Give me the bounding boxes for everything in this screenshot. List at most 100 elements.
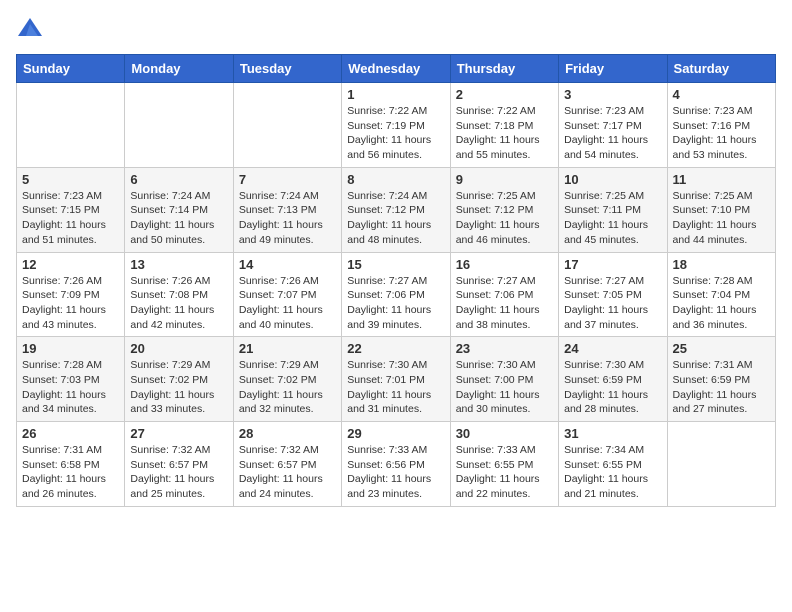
day-info: Sunrise: 7:25 AM Sunset: 7:12 PM Dayligh… [456, 189, 553, 248]
calendar-week-row: 1 Sunrise: 7:22 AM Sunset: 7:19 PM Daylig… [17, 83, 776, 168]
day-info: Sunrise: 7:26 AM Sunset: 7:08 PM Dayligh… [130, 274, 227, 333]
day-info: Sunrise: 7:25 AM Sunset: 7:11 PM Dayligh… [564, 189, 661, 248]
calendar-cell: 7Sunrise: 7:24 AM Sunset: 7:13 PM Daylig… [233, 167, 341, 252]
day-number: 20 [130, 341, 227, 356]
day-info: Sunrise: 7:26 AM Sunset: 7:09 PM Dayligh… [22, 274, 119, 333]
calendar-week-row: 12 Sunrise: 7:26 AM Sunset: 7:09 PM Dayli… [17, 252, 776, 337]
day-info: Sunrise: 7:27 AM Sunset: 7:05 PM Dayligh… [564, 274, 661, 333]
day-number: 23 [456, 341, 553, 356]
day-info: Sunrise: 7:31 AM Sunset: 6:59 PM Dayligh… [673, 358, 770, 417]
calendar-cell: 15 Sunrise: 7:27 AM Sunset: 7:06 PM Dayli… [342, 252, 450, 337]
calendar-cell: 3 Sunrise: 7:23 AM Sunset: 7:17 PM Daylig… [559, 83, 667, 168]
day-number: 5 [22, 172, 119, 187]
calendar-cell: 21 Sunrise: 7:29 AM Sunset: 7:02 PM Dayli… [233, 337, 341, 422]
weekday-header-wednesday: Wednesday [342, 55, 450, 83]
day-info: Sunrise: 7:28 AM Sunset: 7:04 PM Dayligh… [673, 274, 770, 333]
calendar-cell: 28Sunrise: 7:32 AM Sunset: 6:57 PM Dayli… [233, 422, 341, 507]
logo [16, 16, 48, 44]
day-number: 29 [347, 426, 444, 441]
calendar-cell: 27 Sunrise: 7:32 AM Sunset: 6:57 PM Dayli… [125, 422, 233, 507]
day-number: 24 [564, 341, 661, 356]
day-number: 4 [673, 87, 770, 102]
day-info: Sunrise: 7:30 AM Sunset: 7:01 PM Dayligh… [347, 358, 444, 417]
day-number: 14 [239, 257, 336, 272]
calendar-cell: 25 Sunrise: 7:31 AM Sunset: 6:59 PM Dayli… [667, 337, 775, 422]
day-info: Sunrise: 7:27 AM Sunset: 7:06 PM Dayligh… [347, 274, 444, 333]
day-info: Sunrise: 7:32 AM Sunset: 6:57 PM Dayligh… [130, 443, 227, 502]
header [16, 16, 776, 44]
day-info: Sunrise: 7:29 AM Sunset: 7:02 PM Dayligh… [130, 358, 227, 417]
calendar-cell [125, 83, 233, 168]
day-number: 2 [456, 87, 553, 102]
calendar-cell: 6 Sunrise: 7:24 AM Sunset: 7:14 PM Daylig… [125, 167, 233, 252]
weekday-header-row: SundayMondayTuesdayWednesdayThursdayFrid… [17, 55, 776, 83]
calendar-cell: 11 Sunrise: 7:25 AM Sunset: 7:10 PM Dayli… [667, 167, 775, 252]
calendar-cell: 4Sunrise: 7:23 AM Sunset: 7:16 PM Daylig… [667, 83, 775, 168]
day-info: Sunrise: 7:33 AM Sunset: 6:55 PM Dayligh… [456, 443, 553, 502]
logo-icon [16, 16, 44, 44]
calendar-cell: 30 Sunrise: 7:33 AM Sunset: 6:55 PM Dayli… [450, 422, 558, 507]
weekday-header-tuesday: Tuesday [233, 55, 341, 83]
day-number: 22 [347, 341, 444, 356]
day-info: Sunrise: 7:23 AM Sunset: 7:15 PM Dayligh… [22, 189, 119, 248]
day-info: Sunrise: 7:24 AM Sunset: 7:14 PM Dayligh… [130, 189, 227, 248]
day-number: 6 [130, 172, 227, 187]
calendar-cell: 26Sunrise: 7:31 AM Sunset: 6:58 PM Dayli… [17, 422, 125, 507]
calendar-cell [17, 83, 125, 168]
weekday-header-saturday: Saturday [667, 55, 775, 83]
day-number: 10 [564, 172, 661, 187]
day-number: 13 [130, 257, 227, 272]
calendar-cell: 17 Sunrise: 7:27 AM Sunset: 7:05 PM Dayli… [559, 252, 667, 337]
day-info: Sunrise: 7:24 AM Sunset: 7:12 PM Dayligh… [347, 189, 444, 248]
day-number: 9 [456, 172, 553, 187]
day-info: Sunrise: 7:28 AM Sunset: 7:03 PM Dayligh… [22, 358, 119, 417]
calendar-cell: 14 Sunrise: 7:26 AM Sunset: 7:07 PM Dayli… [233, 252, 341, 337]
day-number: 11 [673, 172, 770, 187]
day-number: 21 [239, 341, 336, 356]
calendar-cell [233, 83, 341, 168]
day-number: 18 [673, 257, 770, 272]
calendar-cell: 12 Sunrise: 7:26 AM Sunset: 7:09 PM Dayli… [17, 252, 125, 337]
calendar-cell: 22 Sunrise: 7:30 AM Sunset: 7:01 PM Dayli… [342, 337, 450, 422]
day-number: 3 [564, 87, 661, 102]
day-number: 26 [22, 426, 119, 441]
day-number: 7 [239, 172, 336, 187]
calendar-week-row: 26Sunrise: 7:31 AM Sunset: 6:58 PM Dayli… [17, 422, 776, 507]
calendar-cell: 5 Sunrise: 7:23 AM Sunset: 7:15 PM Daylig… [17, 167, 125, 252]
day-number: 25 [673, 341, 770, 356]
day-number: 8 [347, 172, 444, 187]
day-number: 15 [347, 257, 444, 272]
weekday-header-sunday: Sunday [17, 55, 125, 83]
day-info: Sunrise: 7:30 AM Sunset: 6:59 PM Dayligh… [564, 358, 661, 417]
calendar-cell: 10 Sunrise: 7:25 AM Sunset: 7:11 PM Dayli… [559, 167, 667, 252]
calendar-table: SundayMondayTuesdayWednesdayThursdayFrid… [16, 54, 776, 507]
day-info: Sunrise: 7:27 AM Sunset: 7:06 PM Dayligh… [456, 274, 553, 333]
calendar-week-row: 19 Sunrise: 7:28 AM Sunset: 7:03 PM Dayli… [17, 337, 776, 422]
day-number: 31 [564, 426, 661, 441]
day-info: Sunrise: 7:26 AM Sunset: 7:07 PM Dayligh… [239, 274, 336, 333]
day-number: 28 [239, 426, 336, 441]
calendar-cell: 20 Sunrise: 7:29 AM Sunset: 7:02 PM Dayli… [125, 337, 233, 422]
day-info: Sunrise: 7:29 AM Sunset: 7:02 PM Dayligh… [239, 358, 336, 417]
day-info: Sunrise: 7:30 AM Sunset: 7:00 PM Dayligh… [456, 358, 553, 417]
calendar-week-row: 5 Sunrise: 7:23 AM Sunset: 7:15 PM Daylig… [17, 167, 776, 252]
day-info: Sunrise: 7:23 AM Sunset: 7:17 PM Dayligh… [564, 104, 661, 163]
calendar-cell: 2 Sunrise: 7:22 AM Sunset: 7:18 PM Daylig… [450, 83, 558, 168]
calendar-cell: 16 Sunrise: 7:27 AM Sunset: 7:06 PM Dayli… [450, 252, 558, 337]
calendar-cell: 1 Sunrise: 7:22 AM Sunset: 7:19 PM Daylig… [342, 83, 450, 168]
day-info: Sunrise: 7:22 AM Sunset: 7:18 PM Dayligh… [456, 104, 553, 163]
day-number: 19 [22, 341, 119, 356]
day-number: 30 [456, 426, 553, 441]
day-number: 12 [22, 257, 119, 272]
day-info: Sunrise: 7:22 AM Sunset: 7:19 PM Dayligh… [347, 104, 444, 163]
day-number: 27 [130, 426, 227, 441]
day-number: 17 [564, 257, 661, 272]
calendar-cell: 18 Sunrise: 7:28 AM Sunset: 7:04 PM Dayli… [667, 252, 775, 337]
day-info: Sunrise: 7:34 AM Sunset: 6:55 PM Dayligh… [564, 443, 661, 502]
day-info: Sunrise: 7:25 AM Sunset: 7:10 PM Dayligh… [673, 189, 770, 248]
calendar-cell: 19 Sunrise: 7:28 AM Sunset: 7:03 PM Dayli… [17, 337, 125, 422]
day-number: 16 [456, 257, 553, 272]
day-info: Sunrise: 7:33 AM Sunset: 6:56 PM Dayligh… [347, 443, 444, 502]
day-number: 1 [347, 87, 444, 102]
calendar-cell: 9 Sunrise: 7:25 AM Sunset: 7:12 PM Daylig… [450, 167, 558, 252]
